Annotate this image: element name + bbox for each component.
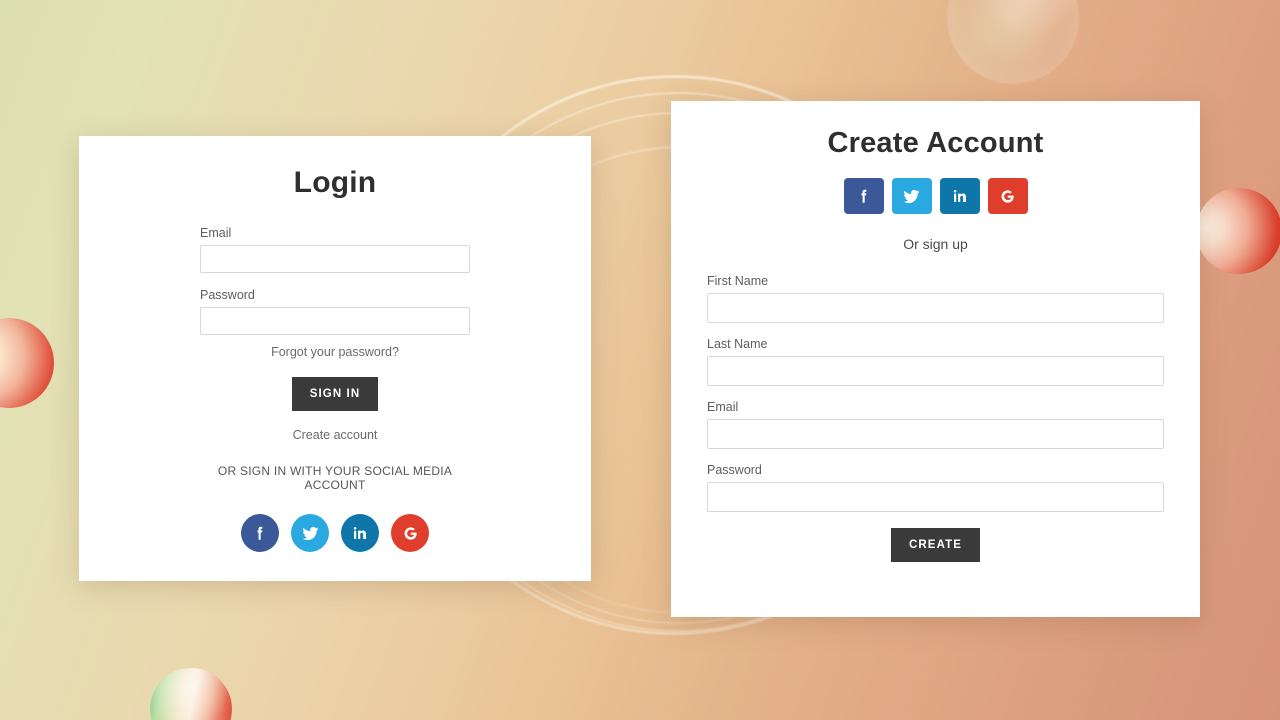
login-card: Login Email Password Forgot your passwor…: [79, 136, 591, 581]
signup-first-name-field: First Name: [707, 274, 1164, 323]
decorative-sphere-glass: [947, 0, 1079, 84]
signup-card: Create Account Or sign up First Name Las…: [671, 101, 1200, 617]
login-password-input[interactable]: [200, 307, 470, 335]
create-button[interactable]: CREATE: [890, 528, 981, 562]
signup-last-name-input[interactable]: [707, 356, 1164, 386]
linkedin-button[interactable]: [341, 514, 379, 552]
twitter-signup-button[interactable]: [891, 178, 932, 214]
login-email-input[interactable]: [200, 245, 470, 273]
create-account-link[interactable]: Create account: [200, 428, 470, 442]
decorative-sphere-bottom: [150, 668, 232, 720]
login-form: Email Password Forgot your password? SIG…: [79, 200, 591, 552]
decorative-sphere-right: [1196, 188, 1280, 274]
signup-first-name-label: First Name: [707, 274, 769, 288]
signup-email-input[interactable]: [707, 419, 1164, 449]
or-signup-text: Or sign up: [903, 236, 968, 252]
login-email-label: Email: [200, 226, 232, 240]
google-button[interactable]: [391, 514, 429, 552]
signup-title: Create Account: [827, 127, 1044, 159]
facebook-icon: [251, 524, 269, 542]
google-icon: [998, 187, 1017, 206]
login-social-caption: OR SIGN IN WITH YOUR SOCIAL MEDIA ACCOUN…: [217, 464, 453, 492]
login-password-label: Password: [200, 288, 255, 302]
decorative-sphere-left: [0, 318, 54, 408]
signup-email-field: Email: [707, 400, 1164, 449]
sign-in-button[interactable]: SIGN IN: [291, 377, 379, 411]
facebook-icon: [855, 187, 873, 205]
login-title: Login: [293, 166, 377, 199]
signup-social-buttons: [671, 178, 1200, 214]
signup-form: First Name Last Name Email Password CREA…: [671, 274, 1200, 562]
signup-password-input[interactable]: [707, 482, 1164, 512]
login-email-field: Email: [200, 226, 470, 273]
signup-first-name-input[interactable]: [707, 293, 1164, 323]
google-signup-button[interactable]: [987, 178, 1028, 214]
signup-email-label: Email: [707, 400, 739, 414]
linkedin-icon: [351, 524, 369, 542]
twitter-button[interactable]: [291, 514, 329, 552]
signup-last-name-field: Last Name: [707, 337, 1164, 386]
forgot-password-link[interactable]: Forgot your password?: [200, 345, 470, 359]
facebook-button[interactable]: [241, 514, 279, 552]
linkedin-signup-button[interactable]: [939, 178, 980, 214]
google-icon: [401, 524, 420, 543]
login-password-field: Password: [200, 288, 470, 335]
signup-last-name-label: Last Name: [707, 337, 768, 351]
twitter-icon: [301, 524, 320, 543]
signup-password-label: Password: [707, 463, 762, 477]
twitter-icon: [902, 187, 921, 206]
facebook-signup-button[interactable]: [843, 178, 884, 214]
login-social-buttons: [200, 514, 470, 552]
signup-password-field: Password: [707, 463, 1164, 512]
linkedin-icon: [951, 187, 969, 205]
